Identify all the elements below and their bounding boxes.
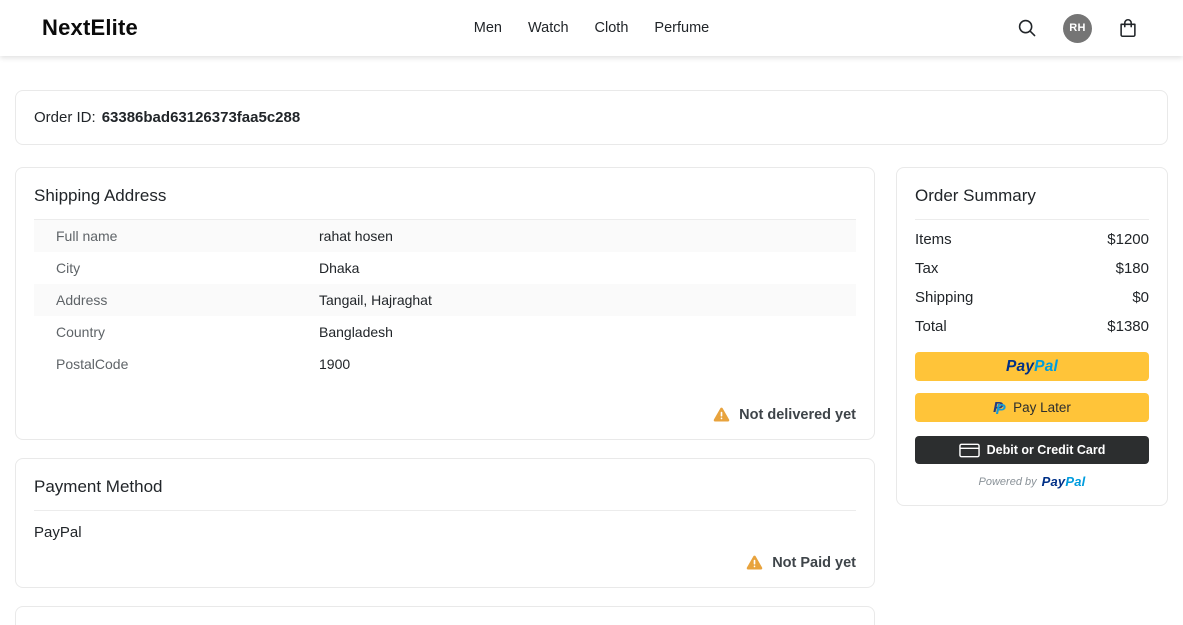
order-id-value: 63386bad63126373faa5c288 [101,109,301,126]
row-label: PostalCode [56,356,129,372]
order-summary-card: Order Summary Items $1200 Tax $180 Shipp… [896,167,1168,506]
nav-item-cloth[interactable]: Cloth [595,20,629,36]
warning-icon [746,555,763,570]
table-row: Full name rahat hosen [34,220,856,252]
row-value: 1900 [319,356,351,372]
shipping-title: Shipping Address [34,186,856,220]
nav-item-perfume[interactable]: Perfume [654,20,709,36]
row-label: Items [915,231,952,248]
table-row: PostalCode 1900 [34,348,856,380]
summary-row-total: Total $1380 [915,312,1149,341]
powered-by-paypal: Powered by PayPal [915,474,1149,489]
paypal-button[interactable]: PayPal [915,352,1149,381]
payment-title: Payment Method [34,477,856,511]
table-row: City Dhaka [34,252,856,284]
delivery-status-text: Not delivered yet [739,406,856,423]
user-avatar[interactable]: RH [1063,13,1092,43]
shipping-address-card: Shipping Address Full name rahat hosen C… [15,167,875,440]
delivery-status: Not delivered yet [34,406,856,423]
order-id-label: Order ID: [34,109,96,126]
warning-icon [713,407,730,422]
table-row: Address Tangail, Hajraghat [34,284,856,316]
row-value: Tangail, Hajraghat [319,292,432,308]
summary-title: Order Summary [915,186,1149,220]
paypal-logo-small: PayPal [1041,474,1086,489]
row-label: Full name [56,228,118,244]
payment-status: Not Paid yet [34,554,856,571]
paypal-p-icon: P P [993,399,1006,418]
shipping-table: Full name rahat hosen City Dhaka Address… [34,220,856,380]
debit-credit-card-button[interactable]: Debit or Credit Card [915,436,1149,464]
row-label: City [56,260,81,276]
payment-method-value: PayPal [34,524,82,541]
row-value: $180 [1115,260,1149,277]
main-nav: Men Watch Cloth Perfume [474,20,709,36]
cart-bag-icon[interactable] [1117,17,1139,39]
row-value: $1380 [1107,318,1149,335]
order-items-card-cutoff [15,606,875,625]
nav-item-watch[interactable]: Watch [528,20,569,36]
paypal-logo: PayPal [1005,357,1059,375]
summary-row-shipping: Shipping $0 [915,283,1149,312]
row-value: $0 [1132,289,1149,306]
nav-item-men[interactable]: Men [474,20,502,36]
payment-method-card: Payment Method PayPal Not Paid yet [15,458,875,588]
credit-card-icon [958,443,980,457]
order-id-card: Order ID: 63386bad63126373faa5c288 [15,90,1168,145]
logo[interactable]: NextElite [42,15,138,41]
row-label: Total [915,318,947,335]
app-header: NextElite Men Watch Cloth Perfume RH [0,0,1183,56]
table-row: Country Bangladesh [34,316,856,348]
row-label: Tax [915,260,939,277]
summary-row-tax: Tax $180 [915,254,1149,283]
debit-card-label: Debit or Credit Card [986,443,1106,457]
powered-by-text: Powered by [978,475,1037,488]
header-actions: RH [1016,13,1139,43]
row-label: Shipping [915,289,974,306]
row-label: Address [56,292,108,308]
row-value: Bangladesh [319,324,393,340]
row-value: rahat hosen [319,228,393,244]
payment-status-text: Not Paid yet [772,554,856,571]
pay-later-label: Pay Later [1013,400,1071,415]
row-label: Country [56,324,106,340]
row-value: $1200 [1107,231,1149,248]
search-icon[interactable] [1016,17,1038,39]
pay-later-button[interactable]: P P Pay Later [915,393,1149,422]
summary-row-items: Items $1200 [915,225,1149,254]
summary-rows: Items $1200 Tax $180 Shipping $0 Total $… [915,225,1149,341]
row-value: Dhaka [319,260,360,276]
